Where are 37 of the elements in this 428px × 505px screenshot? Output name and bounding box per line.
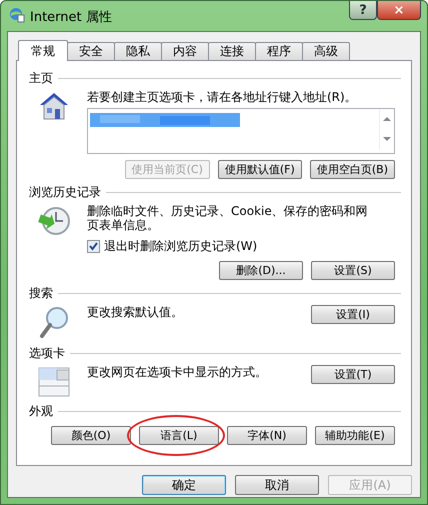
address-list-field[interactable] bbox=[87, 108, 395, 154]
appearance-button[interactable]: 语言(L) bbox=[139, 426, 219, 445]
checkbox-label: 退出时删除浏览历史记录(W) bbox=[104, 238, 258, 255]
section-label: 搜索 bbox=[29, 284, 53, 302]
tab[interactable]: 内容 bbox=[161, 42, 209, 60]
dialog-button[interactable]: 确定 bbox=[142, 475, 226, 495]
settings-button[interactable]: 设置(I) bbox=[311, 305, 395, 324]
search-icon bbox=[39, 306, 69, 340]
section-label: 选项卡 bbox=[29, 344, 65, 362]
section-description: 更改搜索默认值。 bbox=[87, 305, 183, 319]
section-description: 删除临时文件、历史记录、Cookie、保存的密码和网页表单信息。 bbox=[87, 204, 369, 232]
tab[interactable]: 安全 bbox=[67, 42, 115, 60]
tab[interactable]: 连接 bbox=[208, 42, 256, 60]
homepage-instruction: 若要创建主页选项卡，请在各地址行键入地址(R)。 bbox=[87, 90, 358, 104]
settings-button[interactable]: 设置(T) bbox=[311, 365, 395, 384]
action-button[interactable]: 使用空白页(B) bbox=[310, 160, 395, 179]
clock-icon bbox=[37, 205, 71, 237]
action-button[interactable]: 删除(D)... bbox=[219, 261, 303, 280]
dialog-button[interactable]: 取消 bbox=[235, 475, 319, 495]
tabbed-window-icon bbox=[38, 366, 70, 398]
appearance-button[interactable]: 字体(N) bbox=[227, 426, 307, 445]
appearance-button[interactable]: 辅助功能(E) bbox=[315, 426, 395, 445]
tab[interactable]: 高级 bbox=[302, 42, 350, 60]
tab[interactable]: 隐私 bbox=[114, 42, 162, 60]
globe-icon bbox=[9, 7, 25, 23]
section-label: 主页 bbox=[29, 70, 53, 86]
help-button[interactable]: ? bbox=[349, 1, 377, 20]
section-label: 外观 bbox=[29, 402, 53, 420]
appearance-button[interactable]: 颜色(O) bbox=[51, 426, 131, 445]
action-button[interactable]: 设置(S) bbox=[311, 261, 395, 280]
tab[interactable]: 常规 bbox=[18, 40, 68, 61]
section-description: 更改网页在选项卡中显示的方式。 bbox=[87, 365, 267, 379]
action-button[interactable]: 使用默认值(F) bbox=[218, 160, 302, 179]
section-label: 浏览历史记录 bbox=[29, 184, 101, 200]
window-title: Internet 属性 bbox=[30, 9, 112, 26]
tab[interactable]: 程序 bbox=[255, 42, 303, 60]
checkbox[interactable] bbox=[87, 240, 100, 253]
